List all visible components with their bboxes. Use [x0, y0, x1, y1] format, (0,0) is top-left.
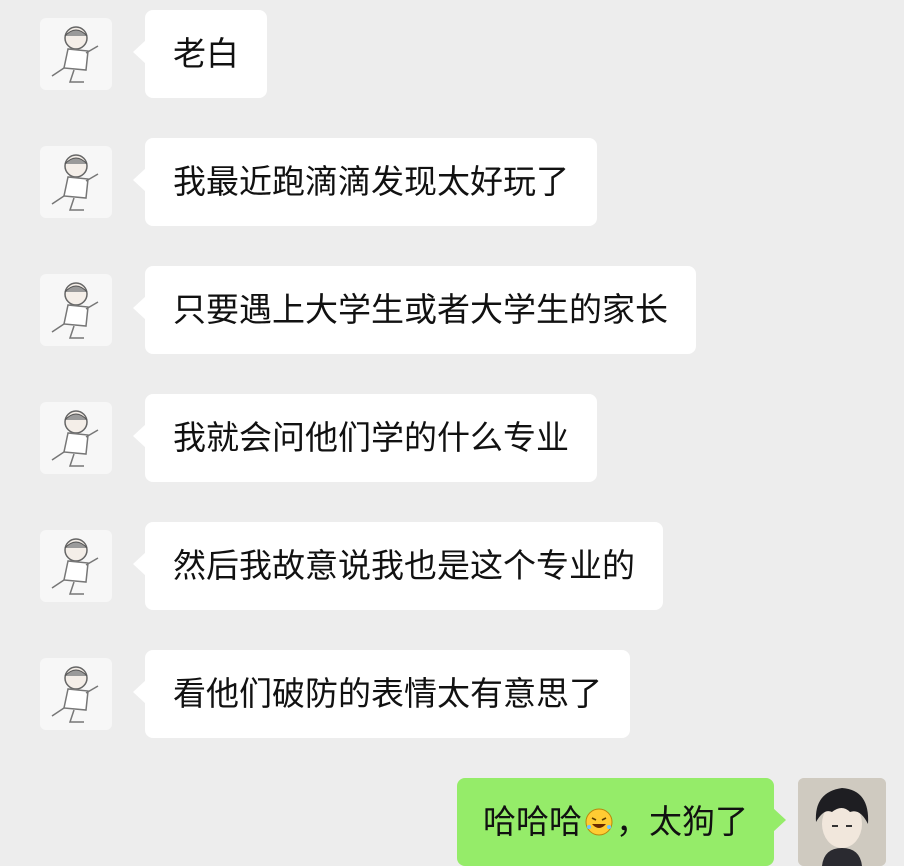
- message-bubble[interactable]: 老白: [133, 10, 267, 98]
- message-text: 然后我故意说我也是这个专业的: [173, 546, 635, 585]
- boy-sitting-sketch-icon: [51, 410, 99, 467]
- message-text: 我最近跑滴滴发现太好玩了: [173, 162, 569, 201]
- chat-message-list[interactable]: 老白 我最近跑滴滴发现太好玩了 只要遇上大学生或者大学生的家长 我就会问他们学的…: [0, 0, 904, 866]
- message-text: 只要遇上大学生或者大学生的家长: [173, 290, 668, 329]
- boy-sitting-sketch-icon: [51, 666, 99, 723]
- message-bubble-self[interactable]: 哈哈哈 ，太狗了: [457, 778, 786, 866]
- message-bubble[interactable]: 看他们破防的表情太有意思了: [133, 650, 630, 738]
- boy-sitting-sketch-icon: [51, 282, 99, 339]
- boy-sitting-sketch-icon: [51, 26, 99, 83]
- friend-avatar[interactable]: [40, 658, 112, 730]
- friend-avatar[interactable]: [40, 18, 112, 90]
- dark-hair-anime-boy-icon: [798, 778, 886, 866]
- message-text: 老白: [173, 34, 239, 73]
- message-text: ，太狗了: [616, 802, 748, 841]
- message-bubble[interactable]: 然后我故意说我也是这个专业的: [133, 522, 663, 610]
- friend-avatar[interactable]: [40, 402, 112, 474]
- message-text: 哈哈哈: [483, 802, 582, 841]
- message-text: 看他们破防的表情太有意思了: [173, 674, 602, 713]
- message-text: 我就会问他们学的什么专业: [173, 418, 569, 457]
- message-bubble[interactable]: 我就会问他们学的什么专业: [133, 394, 597, 482]
- boy-sitting-sketch-icon: [51, 154, 99, 211]
- friend-avatar[interactable]: [40, 146, 112, 218]
- self-avatar[interactable]: [798, 778, 886, 866]
- message-bubble[interactable]: 我最近跑滴滴发现太好玩了: [133, 138, 597, 226]
- friend-avatar[interactable]: [40, 274, 112, 346]
- rofl-emoji-icon: [585, 808, 613, 836]
- boy-sitting-sketch-icon: [51, 538, 99, 595]
- friend-avatar[interactable]: [40, 530, 112, 602]
- message-bubble[interactable]: 只要遇上大学生或者大学生的家长: [133, 266, 696, 354]
